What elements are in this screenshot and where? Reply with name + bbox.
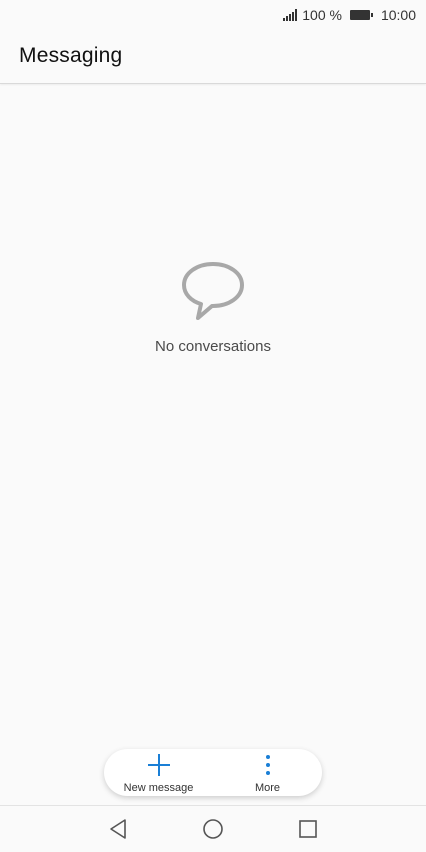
status-bar: 100 % 10:00 <box>0 0 426 30</box>
new-message-label: New message <box>123 782 194 794</box>
back-icon <box>110 819 126 839</box>
status-time: 10:00 <box>380 7 416 23</box>
chat-bubble-icon <box>182 262 244 320</box>
plus-icon <box>147 754 170 776</box>
battery-percent: 100 % <box>302 7 342 23</box>
page-title: Messaging <box>19 44 123 67</box>
signal-icon <box>283 9 298 21</box>
home-button[interactable] <box>202 818 224 840</box>
back-button[interactable] <box>107 818 129 840</box>
more-label: More <box>254 782 281 794</box>
more-button[interactable]: More <box>213 749 322 796</box>
navigation-bar <box>0 805 426 852</box>
new-message-button[interactable]: New message <box>104 749 213 796</box>
battery-icon <box>349 10 373 20</box>
recents-icon <box>299 820 317 838</box>
empty-state-text: No conversations <box>155 338 271 355</box>
empty-state: No conversations <box>0 260 426 355</box>
more-vertical-icon <box>265 755 270 775</box>
app-bar: Messaging <box>0 30 426 84</box>
action-bar: New message More <box>104 749 322 796</box>
recents-button[interactable] <box>297 818 319 840</box>
home-icon <box>203 819 223 839</box>
